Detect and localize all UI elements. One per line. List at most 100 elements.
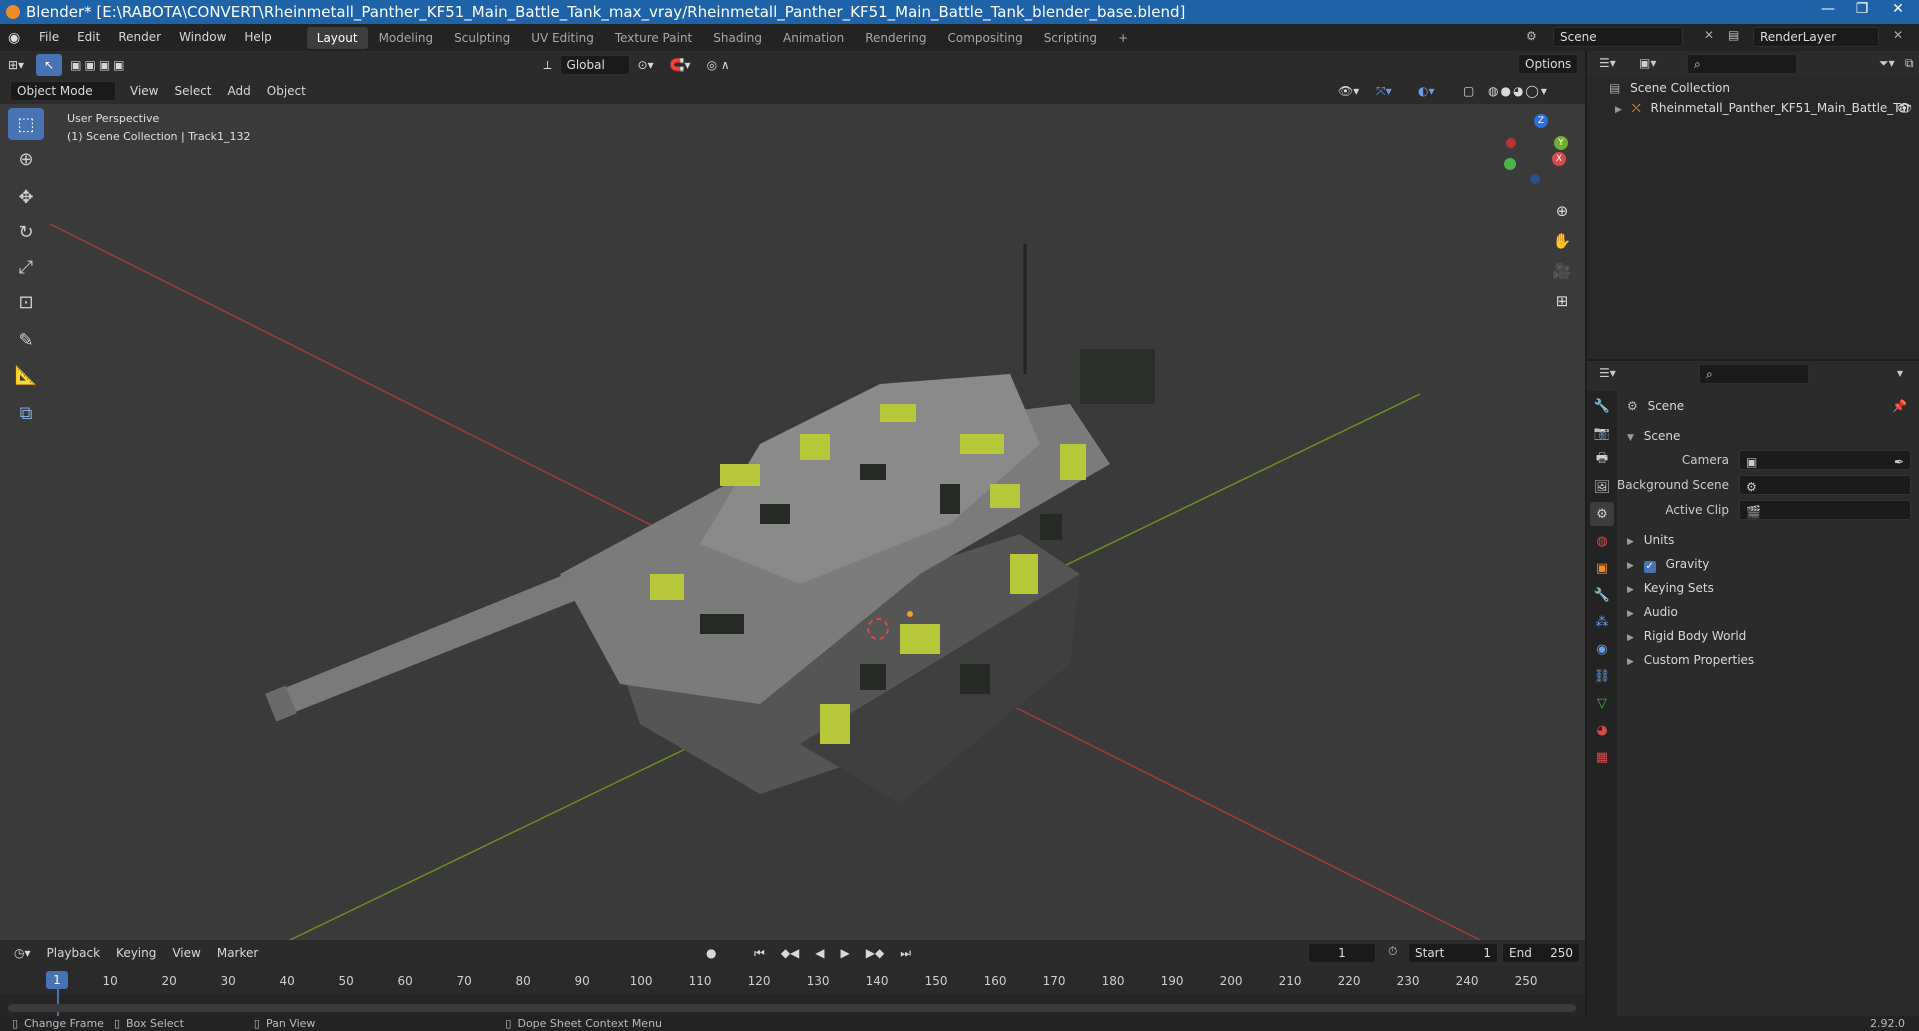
scene-selector[interactable]: Scene — [1553, 27, 1683, 47]
tab-sculpting[interactable]: Sculpting — [444, 27, 520, 49]
blender-menu-icon[interactable]: ◉ — [8, 30, 30, 46]
play-icon[interactable]: ▶ — [833, 942, 858, 964]
outliner-editor-icon[interactable]: ☰▾ — [1599, 56, 1616, 70]
timeline-scrollbar[interactable] — [8, 1004, 1576, 1012]
prev-keyframe-icon[interactable]: ◆◀ — [773, 942, 807, 964]
modifier-tab-icon[interactable]: 🔧 — [1590, 583, 1614, 607]
close-icon[interactable]: ✕ — [1893, 28, 1903, 42]
object-tab-icon[interactable]: ▣ — [1590, 556, 1614, 580]
keying-sets-panel[interactable]: ▶ Keying Sets — [1627, 577, 1911, 599]
properties-search-input[interactable]: ⌕ — [1699, 364, 1809, 384]
filter-icon[interactable]: ⏷▾ — [1879, 56, 1895, 71]
menu-select[interactable]: Select — [166, 80, 219, 102]
texture-tab-icon[interactable]: ▦ — [1590, 745, 1614, 769]
menu-file[interactable]: File — [30, 24, 68, 51]
tab-uv-editing[interactable]: UV Editing — [521, 27, 604, 49]
zoom-icon[interactable]: ⊕ — [1550, 196, 1574, 226]
cursor-tool-icon[interactable]: ⊕ — [8, 143, 44, 175]
add-workspace-button[interactable]: + — [1108, 27, 1138, 49]
physics-tab-icon[interactable]: ◉ — [1590, 637, 1614, 661]
menu-object[interactable]: Object — [259, 80, 314, 102]
tab-modeling[interactable]: Modeling — [369, 27, 444, 49]
3d-viewport[interactable]: User Perspective (1) Scene Collection | … — [0, 104, 1585, 940]
scene-section-header[interactable]: ▼ Scene — [1627, 425, 1911, 447]
menu-window[interactable]: Window — [170, 24, 235, 51]
frame-ruler[interactable]: 1 10 20 30 40 50 60 70 80 90 100 110 120 130 140 150 16… — [0, 966, 1585, 994]
properties-editor-icon[interactable]: ☰▾ — [1599, 366, 1616, 380]
play-reverse-icon[interactable]: ◀ — [807, 942, 832, 964]
jump-start-icon[interactable]: ⏮ — [746, 942, 773, 964]
background-scene-field[interactable]: ⚙ — [1739, 475, 1911, 495]
tab-shading[interactable]: Shading — [703, 27, 772, 49]
pivot-point-icon[interactable]: ⊙▾ — [630, 54, 662, 76]
ortho-grid-icon[interactable]: ⊞ — [1550, 286, 1574, 316]
navigation-gizmo[interactable]: Z Y X — [1500, 114, 1570, 184]
current-frame-field[interactable]: 1 — [1308, 943, 1376, 963]
selection-modes-icon[interactable]: ▣▣▣▣ — [62, 54, 135, 76]
world-tab-icon[interactable]: ◍ — [1590, 529, 1614, 553]
render-tab-icon[interactable]: 📷 — [1590, 421, 1614, 445]
select-box-tool-icon[interactable]: ⬚ — [8, 108, 44, 140]
measure-tool-icon[interactable]: 📐 — [8, 359, 44, 391]
close-button[interactable]: ✕ — [1881, 0, 1915, 20]
rigid-body-panel[interactable]: ▶ Rigid Body World — [1627, 625, 1911, 647]
custom-properties-panel[interactable]: ▶ Custom Properties — [1627, 649, 1911, 671]
camera-view-icon[interactable]: 🎥 — [1550, 256, 1574, 286]
camera-field[interactable]: ▣ ✒ — [1739, 450, 1911, 470]
gravity-checkbox[interactable]: ✓ — [1643, 561, 1656, 573]
transform-orientation-select[interactable]: Global — [559, 54, 630, 75]
menu-edit[interactable]: Edit — [68, 24, 109, 51]
add-cube-tool-icon[interactable]: ⧉ — [8, 397, 44, 429]
mode-selector[interactable]: Object Mode — [10, 81, 116, 101]
new-collection-icon[interactable]: ⧉ — [1905, 56, 1914, 71]
menu-playback[interactable]: Playback — [39, 942, 109, 964]
record-button[interactable]: ● — [698, 942, 724, 964]
snap-icon[interactable]: 🧲▾ — [662, 54, 699, 76]
view-layer-selector[interactable]: RenderLayer — [1753, 27, 1879, 47]
close-icon[interactable]: ✕ — [1704, 28, 1714, 42]
gizmo-neg-x[interactable] — [1506, 138, 1516, 148]
gizmo-y-axis[interactable]: Y — [1554, 136, 1568, 150]
units-panel[interactable]: ▶ Units — [1627, 529, 1911, 551]
minimize-button[interactable]: — — [1811, 0, 1845, 20]
pan-hand-icon[interactable]: ✋ — [1550, 226, 1574, 256]
move-tool-icon[interactable]: ✥ — [8, 181, 44, 213]
constraints-tab-icon[interactable]: ⛓ — [1590, 664, 1614, 688]
menu-timeline-view[interactable]: View — [164, 942, 208, 964]
gizmo-neg-y[interactable] — [1504, 158, 1516, 170]
menu-keying[interactable]: Keying — [108, 942, 164, 964]
tab-rendering[interactable]: Rendering — [855, 27, 936, 49]
tab-compositing[interactable]: Compositing — [937, 27, 1032, 49]
timeline-editor-type-icon[interactable]: ◷▾ — [6, 942, 39, 964]
gizmo-z-axis[interactable]: Z — [1534, 114, 1548, 128]
gizmo-x-axis[interactable]: X — [1552, 152, 1566, 166]
end-frame-field[interactable]: End 250 — [1502, 943, 1580, 963]
visibility-icon[interactable]: 👁▾ — [1330, 80, 1367, 102]
expand-arrow-icon[interactable]: ▶ — [1615, 105, 1622, 115]
scale-tool-icon[interactable]: ⤢ — [8, 251, 44, 283]
proportional-edit-icon[interactable]: ◎ ∧ — [699, 54, 738, 76]
tab-animation[interactable]: Animation — [773, 27, 854, 49]
annotate-tool-icon[interactable]: ✎ — [8, 324, 44, 356]
menu-help[interactable]: Help — [235, 24, 280, 51]
tab-texture-paint[interactable]: Texture Paint — [605, 27, 702, 49]
outliner-search-input[interactable]: ⌕ — [1687, 54, 1797, 74]
overlay-toggle-icon[interactable]: ◐▾ — [1410, 80, 1443, 102]
start-frame-field[interactable]: Start 1 — [1408, 943, 1498, 963]
gizmo-toggle-icon[interactable]: ⤧▾ — [1368, 80, 1400, 102]
next-keyframe-icon[interactable]: ▶◆ — [858, 942, 892, 964]
maximize-button[interactable]: ❐ — [1845, 0, 1879, 20]
data-tab-icon[interactable]: ▽ — [1590, 691, 1614, 715]
tool-tab-icon[interactable]: 🔧 — [1590, 394, 1614, 418]
rotate-tool-icon[interactable]: ↻ — [8, 216, 44, 248]
audio-panel[interactable]: ▶ Audio — [1627, 601, 1911, 623]
visibility-eye-icon[interactable]: 👁 — [1897, 101, 1912, 115]
material-tab-icon[interactable]: ◕ — [1590, 718, 1614, 742]
tab-scripting[interactable]: Scripting — [1034, 27, 1107, 49]
pin-icon[interactable]: 📌 — [1892, 395, 1907, 417]
options-dropdown[interactable]: Options — [1518, 54, 1578, 74]
menu-marker[interactable]: Marker — [209, 942, 266, 964]
jump-end-icon[interactable]: ⏭ — [892, 942, 919, 964]
select-tool-icon[interactable]: ↖ — [36, 53, 63, 76]
gizmo-neg-z[interactable] — [1530, 174, 1540, 184]
